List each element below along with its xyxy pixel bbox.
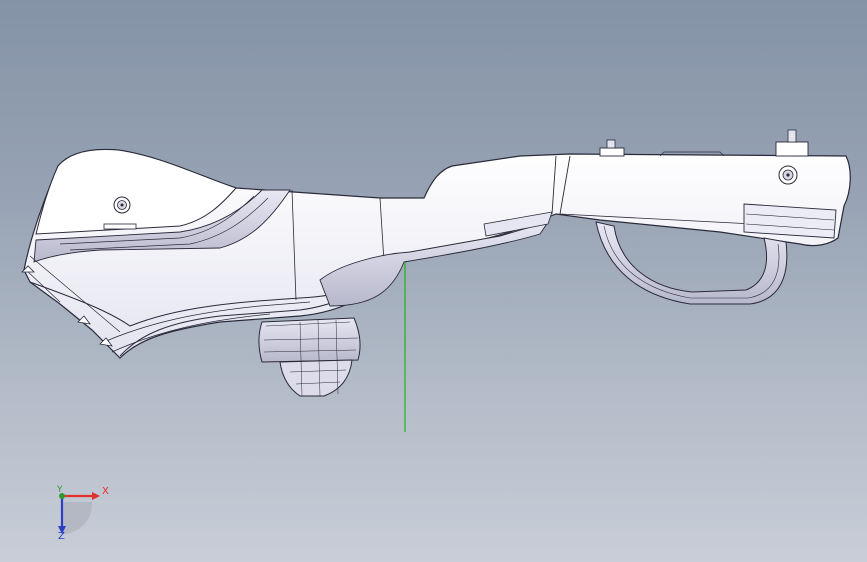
graphics-viewport[interactable]: X Y Z — [0, 0, 867, 562]
connector-pin — [599, 139, 625, 157]
x-axis-label: X — [102, 486, 109, 497]
z-axis-label: Z — [58, 531, 65, 542]
bolt-icon — [113, 196, 131, 214]
y-axis-label: Y — [57, 485, 63, 495]
reference-triad: X Y Z — [44, 482, 120, 548]
motor-housing — [258, 317, 361, 397]
connector-pin — [775, 129, 809, 157]
cad-part-model[interactable] — [0, 0, 867, 562]
bolt-icon — [778, 165, 798, 185]
x-axis-arrow-icon — [62, 492, 100, 500]
